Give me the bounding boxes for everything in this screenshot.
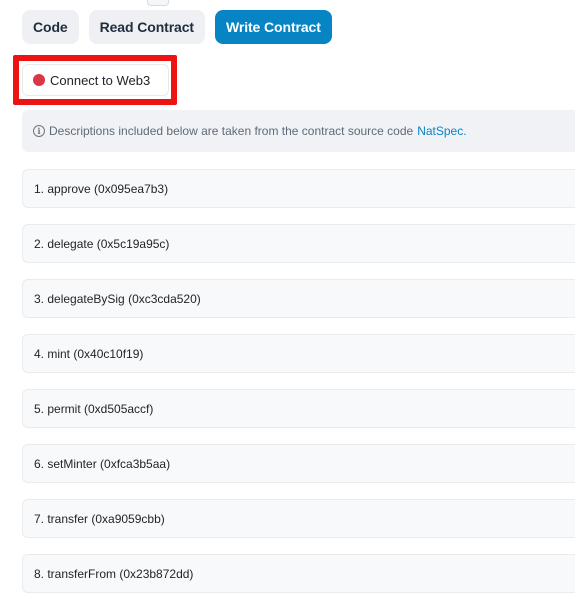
function-item-transferfrom[interactable]: 8. transferFrom (0x23b872dd) xyxy=(22,554,575,593)
tab-read-contract[interactable]: Read Contract xyxy=(88,10,205,44)
function-item-delegate[interactable]: 2. delegate (0x5c19a95c) xyxy=(22,224,575,263)
tab-code[interactable]: Code xyxy=(22,10,79,44)
partial-control xyxy=(147,0,169,6)
info-circle-icon: i xyxy=(33,125,45,137)
function-item-mint[interactable]: 4. mint (0x40c10f19) xyxy=(22,334,575,373)
contract-tabs: Code Read Contract Write Contract xyxy=(22,10,332,44)
tab-write-contract[interactable]: Write Contract xyxy=(215,10,332,44)
connect-label: Connect to Web3 xyxy=(50,72,151,88)
connect-web3-button[interactable]: Connect to Web3 xyxy=(22,64,169,96)
function-item-transfer[interactable]: 7. transfer (0xa9059cbb) xyxy=(22,499,575,538)
info-text: Descriptions included below are taken fr… xyxy=(49,124,414,138)
function-list: 1. approve (0x095ea7b3) 2. delegate (0x5… xyxy=(22,169,575,609)
info-banner: i Descriptions included below are taken … xyxy=(22,110,575,152)
natspec-link[interactable]: NatSpec. xyxy=(417,124,466,138)
function-item-permit[interactable]: 5. permit (0xd505accf) xyxy=(22,389,575,428)
status-dot-icon xyxy=(33,74,45,86)
top-edge xyxy=(0,0,575,6)
function-item-setminter[interactable]: 6. setMinter (0xfca3b5aa) xyxy=(22,444,575,483)
function-item-delegatebysig[interactable]: 3. delegateBySig (0xc3cda520) xyxy=(22,279,575,318)
function-item-approve[interactable]: 1. approve (0x095ea7b3) xyxy=(22,169,575,208)
